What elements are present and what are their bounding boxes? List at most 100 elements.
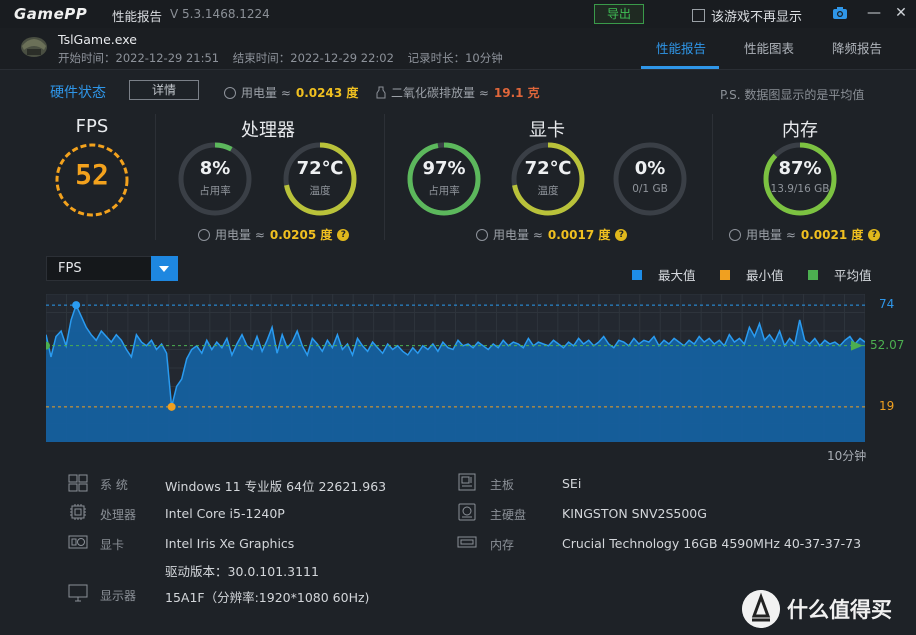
help-icon[interactable]: ?: [337, 228, 350, 241]
gauge-ring: [511, 142, 585, 216]
legend-avg-label: 平均值: [834, 268, 872, 283]
ps-note: P.S. 数据图显示的是平均值: [720, 88, 865, 102]
game-name: TslGame.exe: [58, 32, 137, 47]
tab-performance-report[interactable]: 性能报告: [656, 38, 706, 57]
disk-icon: [458, 503, 476, 521]
camera-icon[interactable]: [832, 6, 848, 20]
legend-swatch: [720, 269, 730, 280]
co2-label: 二氧化碳排放量 ≈: [391, 86, 489, 100]
cpu-temp-gauge: 72℃ 温度: [281, 140, 359, 218]
end-time: 结束时间：2022-12-29 22:02: [232, 51, 394, 65]
co2-value: 19.1 克: [493, 86, 540, 100]
bottle-icon: [376, 86, 386, 99]
monitor-icon: [68, 584, 88, 602]
no-display-label: 该游戏不再显示: [711, 10, 803, 25]
cpu-key: 处理器: [100, 508, 137, 522]
report-header: TslGame.exe 开始时间：2022-12-29 21:51 结束时间：2…: [0, 28, 916, 70]
minimize-icon[interactable]: —: [865, 4, 883, 22]
gpu-usage-value: 97%: [422, 158, 466, 179]
divider: [712, 114, 713, 240]
disk-key: 主硬盘: [490, 508, 527, 522]
gauge-ring: [763, 142, 837, 216]
gpu-power-label: 用电量 ≈: [493, 228, 543, 242]
fps-value: 52: [75, 158, 109, 191]
mem-power-value: 0.0021 度: [800, 228, 864, 242]
no-display-checkbox[interactable]: [692, 9, 705, 22]
gpu-temp-label: 温度: [537, 185, 559, 197]
gpu-driver-value: 驱动版本：30.0.101.3111: [165, 564, 319, 579]
bolt-icon: [729, 228, 741, 241]
no-display-toggle[interactable]: 该游戏不再显示: [692, 6, 802, 25]
gpu-temp-value: 72℃: [524, 158, 572, 179]
total-power-value: 0.0243 度: [295, 86, 359, 100]
record-duration: 记录时长：10分钟: [407, 51, 503, 65]
game-meta: 开始时间：2022-12-29 21:51 结束时间：2022-12-29 22…: [58, 50, 513, 66]
min-value-label: 19: [879, 398, 895, 413]
gauge-fill: [407, 142, 481, 216]
chart-duration-label: 10分钟: [827, 449, 867, 463]
gauge-ring: [178, 142, 252, 216]
cpu-usage-label: 占用率: [199, 185, 231, 197]
help-icon[interactable]: ?: [868, 228, 881, 241]
cpu-temp-label: 温度: [309, 185, 331, 197]
tab-performance-chart[interactable]: 性能图表: [744, 38, 794, 57]
memory-icon: [457, 536, 477, 548]
cpu-title: 处理器: [241, 120, 295, 141]
chevron-down-icon[interactable]: [151, 256, 178, 281]
legend-swatch: [808, 269, 818, 280]
cpu-value: Intel Core i5-1240P: [165, 506, 285, 521]
bolt-icon: [198, 228, 210, 241]
gauge-track: [613, 142, 687, 216]
gpu-usage-label: 占用率: [428, 185, 460, 197]
windows-icon: [68, 474, 88, 492]
fps-chart: [46, 294, 865, 442]
chart-metric-value: FPS: [58, 261, 82, 276]
close-icon[interactable]: ✕: [892, 4, 910, 22]
start-time: 开始时间：2022-12-29 21:51: [58, 51, 220, 65]
cpu-power: 用电量 ≈ 0.0205 度 ?: [198, 226, 350, 243]
active-tab-indicator: [641, 66, 719, 69]
mem-usage-label: 13.9/16 GB: [770, 183, 830, 195]
monitor-value: 15A1F（分辨率:1920*1080 60Hz): [165, 590, 370, 605]
legend-max-label: 最大值: [658, 268, 696, 283]
gauge-ring: [613, 142, 687, 216]
memory-value: Crucial Technology 16GB 4590MHz 40-37-37…: [562, 536, 862, 551]
cpu-usage-value: 8%: [199, 158, 231, 179]
game-avatar-icon: [21, 37, 47, 57]
export-button[interactable]: 导出: [594, 4, 644, 24]
gpu-vram-label: 0/1 GB: [632, 183, 668, 195]
watermark: 什么值得买: [742, 590, 912, 630]
max-value-label: 74: [879, 297, 895, 312]
hardware-status-title: 硬件状态: [50, 85, 106, 101]
tab-throttle-report[interactable]: 降频报告: [832, 38, 882, 57]
co2-emission: 二氧化碳排放量 ≈ 19.1 克: [376, 84, 540, 101]
cpu-power-label: 用电量 ≈: [215, 228, 265, 242]
title-bar: GamePP 性能报告 V 5.3.1468.1224 导出 该游戏不再显示 —…: [0, 0, 916, 28]
legend-min-label: 最小值: [746, 268, 784, 283]
watermark-text: 什么值得买: [787, 598, 892, 622]
app-version: V 5.3.1468.1224: [170, 7, 270, 21]
gauge-ring: [407, 142, 481, 216]
legend-min: 最小值: [720, 265, 784, 284]
total-power: 用电量 ≈ 0.0243 度: [224, 84, 358, 101]
total-power-label: 用电量 ≈: [241, 86, 291, 100]
motherboard-value: SEi: [562, 476, 582, 491]
min-point: [167, 402, 176, 411]
gauge-ring: [283, 142, 357, 216]
avg-value-label: 52.07: [870, 337, 905, 352]
mem-title: 内存: [782, 120, 818, 141]
legend-swatch: [632, 269, 642, 280]
mem-usage-value: 87%: [778, 158, 822, 179]
cpu-icon: [70, 504, 86, 520]
watermark-logo-icon: [742, 590, 780, 628]
mem-power: 用电量 ≈ 0.0021 度 ?: [729, 226, 881, 243]
window-title: 性能报告: [112, 9, 163, 24]
motherboard-key: 主板: [490, 478, 515, 492]
gpu-value: Intel Iris Xe Graphics: [165, 536, 295, 551]
legend-max: 最大值: [632, 265, 696, 284]
detail-button[interactable]: 详情: [129, 80, 199, 100]
legend-avg: 平均值: [808, 265, 872, 284]
chart-metric-select[interactable]: FPS: [46, 256, 178, 281]
help-icon[interactable]: ?: [615, 228, 628, 241]
divider: [384, 114, 385, 240]
